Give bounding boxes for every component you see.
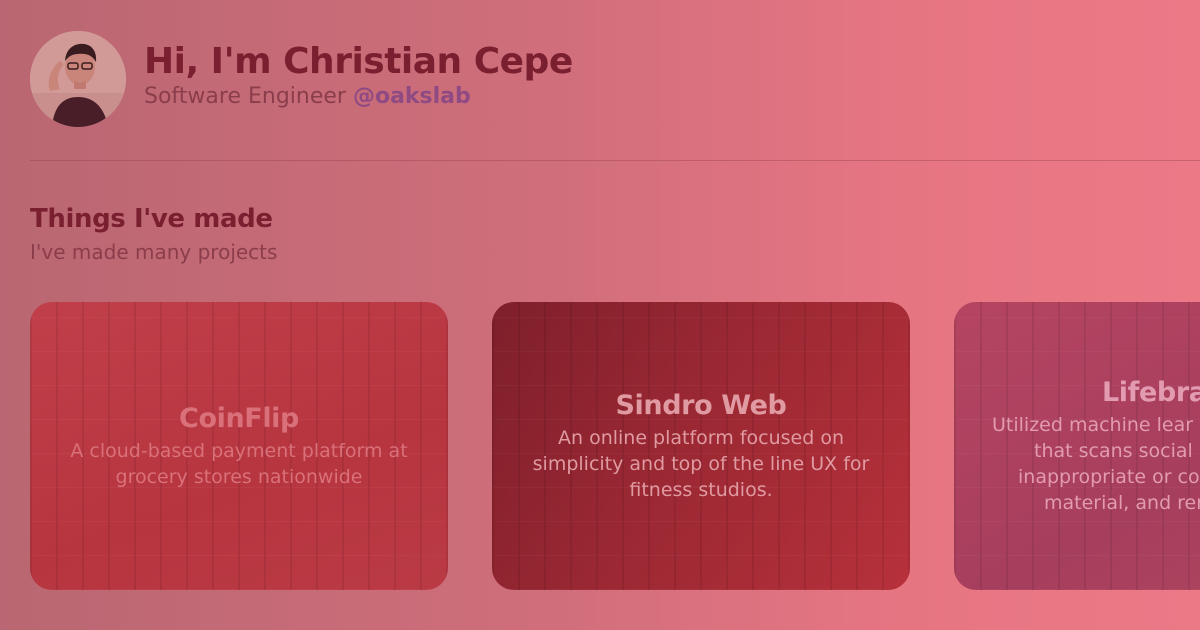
project-card-coinflip[interactable]: CoinFlip A cloud-based payment platform … bbox=[30, 302, 448, 590]
section-subtitle: I've made many projects bbox=[30, 240, 278, 264]
page: Hi, I'm Christian Cepe Software Engineer… bbox=[0, 0, 1200, 630]
section-title: Things I've made bbox=[30, 204, 273, 234]
project-card-lifebran[interactable]: Lifebran Utilized machine lear that scan… bbox=[954, 302, 1200, 590]
handle-link[interactable]: @oakslab bbox=[353, 84, 471, 109]
page-title: Hi, I'm Christian Cepe bbox=[144, 41, 573, 82]
description-line: inappropriate or co bbox=[1018, 466, 1200, 488]
divider bbox=[30, 160, 1200, 161]
role-text: Software Engineer bbox=[144, 84, 346, 109]
avatar bbox=[30, 31, 126, 127]
profile-header: Hi, I'm Christian Cepe Software Engineer… bbox=[30, 31, 573, 127]
project-description: Utilized machine lear that scans social … bbox=[974, 412, 1200, 516]
avatar-photo bbox=[30, 31, 126, 127]
description-line: Utilized machine lear bbox=[992, 414, 1194, 436]
project-title: CoinFlip bbox=[179, 403, 299, 434]
project-title: Sindro Web bbox=[615, 390, 787, 421]
profile-subtitle: Software Engineer @oakslab bbox=[144, 82, 573, 112]
intro: Hi, I'm Christian Cepe Software Engineer… bbox=[144, 41, 573, 112]
project-description: An online platform focused on simplicity… bbox=[532, 427, 870, 501]
description-line: material, and rer bbox=[1044, 492, 1200, 514]
project-card-sindro-web[interactable]: Sindro Web An online platform focused on… bbox=[492, 302, 910, 590]
project-title: Lifebran bbox=[1102, 377, 1200, 408]
project-description: A cloud-based payment platform at grocer… bbox=[70, 440, 408, 488]
description-line: that scans social bbox=[1034, 440, 1193, 462]
